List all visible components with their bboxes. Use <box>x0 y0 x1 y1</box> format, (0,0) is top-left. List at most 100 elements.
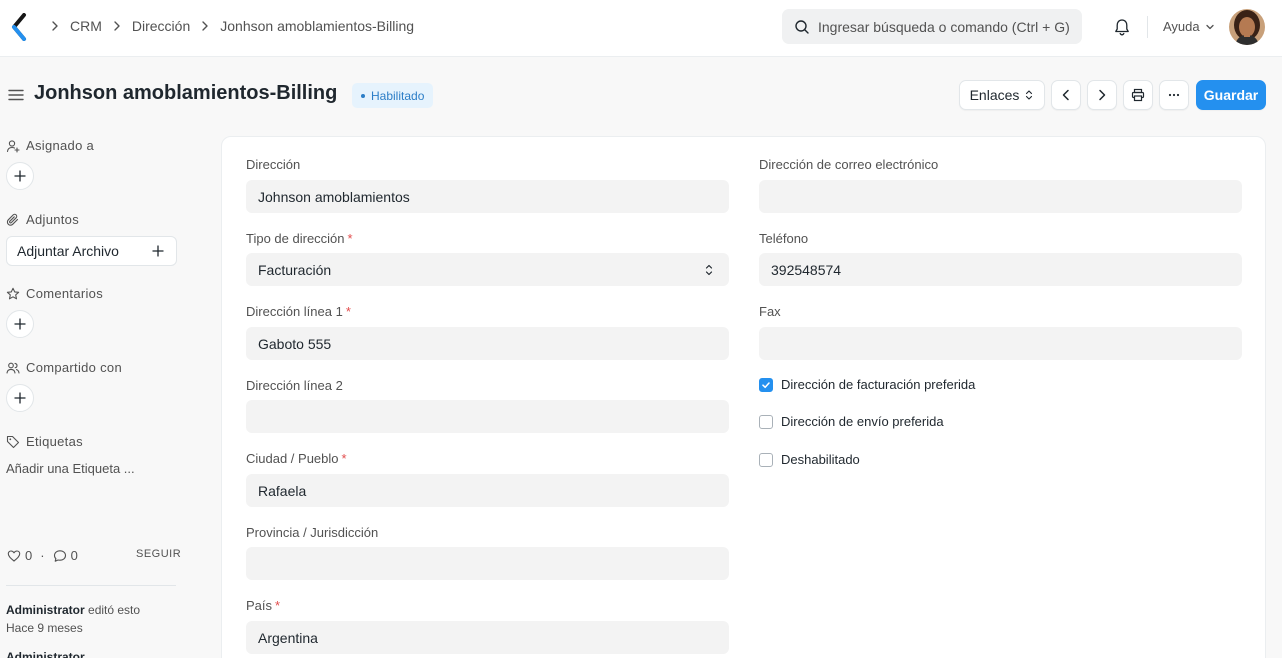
add-share-button[interactable] <box>6 384 34 412</box>
chevron-updown-icon <box>705 264 713 276</box>
chevron-right-icon <box>202 21 208 31</box>
follow-button[interactable]: SEGUIR <box>136 548 181 560</box>
comments-count: 0 <box>70 548 78 563</box>
app-logo-icon[interactable] <box>10 13 28 41</box>
city-label: Ciudad / Pueblo * <box>246 451 347 466</box>
plus-icon <box>14 392 26 404</box>
email-input[interactable] <box>759 180 1242 213</box>
address-type-label: Tipo de dirección * <box>246 231 353 246</box>
heart-icon[interactable] <box>7 549 21 563</box>
likes-comments-counter: 0 · 0 <box>7 548 78 563</box>
address-line1-label: Dirección línea 1 * <box>246 304 351 319</box>
address-line1-input[interactable]: Gaboto 555 <box>246 327 729 360</box>
search-bar[interactable] <box>782 9 1082 44</box>
email-label: Dirección de correo electrónico <box>759 157 939 172</box>
breadcrumb-crm[interactable]: CRM <box>66 18 106 34</box>
notification-bell-icon[interactable] <box>1112 17 1132 37</box>
preferred-shipping-checkbox[interactable] <box>759 414 773 429</box>
activity-user: Administrator <box>6 603 85 617</box>
previous-button[interactable] <box>1051 80 1081 110</box>
comments-section: Comentarios <box>6 286 103 301</box>
search-icon <box>795 19 809 34</box>
top-navbar: CRM Dirección Jonhson amoblamientos-Bill… <box>0 0 1282 57</box>
status-dot <box>361 93 365 98</box>
chevron-down-icon <box>1205 24 1214 29</box>
city-input[interactable]: Rafaela <box>246 474 729 507</box>
chevron-right-icon <box>114 21 120 31</box>
status-badge: Habilitado <box>352 83 434 108</box>
assigned-section: Asignado a <box>6 138 94 153</box>
activity-item: Administrator editó esto Hace 9 meses <box>6 601 140 637</box>
navbar-divider <box>1147 16 1148 38</box>
address-type-value: Facturación <box>258 261 332 278</box>
save-button[interactable]: Guardar <box>1196 80 1266 110</box>
fax-input[interactable] <box>759 327 1242 360</box>
plus-icon <box>152 245 164 257</box>
chevron-updown-icon <box>1026 90 1033 100</box>
country-label: País * <box>246 598 281 613</box>
disabled-checkbox[interactable] <box>759 452 773 467</box>
shared-section: Compartido con <box>6 360 122 375</box>
assigned-label: Asignado a <box>26 138 95 153</box>
page-title: Jonhson amoblamientos-Billing <box>34 82 338 104</box>
chevron-right-icon <box>1099 89 1106 101</box>
attach-file-button[interactable]: Adjuntar Archivo <box>6 236 177 266</box>
address-line2-input[interactable] <box>246 400 729 433</box>
help-label: Ayuda <box>1163 19 1200 34</box>
address-type-select[interactable]: Facturación <box>246 253 729 286</box>
likes-count: 0 <box>25 548 33 563</box>
country-input[interactable]: Argentina <box>246 621 729 654</box>
address-title-input[interactable]: Johnson amoblamientos <box>246 180 729 213</box>
sidebar-divider <box>6 585 176 586</box>
breadcrumb-address[interactable]: Dirección <box>128 18 194 34</box>
user-add-icon <box>6 139 20 153</box>
users-icon <box>6 362 20 374</box>
comments-label: Comentarios <box>26 286 103 301</box>
activity-time: Hace 9 meses <box>6 621 83 635</box>
phone-label: Teléfono <box>759 231 809 246</box>
search-input[interactable] <box>818 18 1078 35</box>
status-label: Habilitado <box>371 88 425 103</box>
tag-icon <box>6 435 20 448</box>
disabled-label: Deshabilitado <box>781 452 860 467</box>
fax-label: Fax <box>759 304 781 319</box>
add-assignee-button[interactable] <box>6 162 34 190</box>
plus-icon <box>14 318 26 330</box>
add-comment-button[interactable] <box>6 310 34 338</box>
state-label: Provincia / Jurisdicción <box>246 525 379 540</box>
preferred-billing-label: Dirección de facturación preferida <box>781 377 976 392</box>
plus-icon <box>14 170 26 182</box>
paperclip-icon <box>6 213 19 226</box>
preferred-billing-checkbox[interactable] <box>759 377 773 392</box>
activity-action: editó esto <box>84 603 141 617</box>
breadcrumb: CRM Dirección Jonhson amoblamientos-Bill… <box>44 18 418 34</box>
attachments-label: Adjuntos <box>26 212 79 227</box>
breadcrumb-current[interactable]: Jonhson amoblamientos-Billing <box>216 18 418 34</box>
user-avatar[interactable] <box>1229 9 1265 45</box>
disabled-checkbox-row[interactable]: Deshabilitado <box>759 452 860 467</box>
shared-label: Compartido con <box>26 360 122 375</box>
add-tag-link[interactable]: Añadir una Etiqueta ... <box>6 461 135 476</box>
printer-icon <box>1131 88 1145 102</box>
next-button[interactable] <box>1087 80 1117 110</box>
ellipsis-icon <box>1168 93 1180 97</box>
preferred-shipping-label: Dirección de envío preferida <box>781 414 944 429</box>
preferred-shipping-checkbox-row[interactable]: Dirección de envío preferida <box>759 414 944 429</box>
address-line2-label: Dirección línea 2 <box>246 378 343 393</box>
attach-file-label: Adjuntar Archivo <box>17 243 119 259</box>
comment-icon[interactable] <box>53 549 67 563</box>
tags-label: Etiquetas <box>26 434 83 449</box>
preferred-billing-checkbox-row[interactable]: Dirección de facturación preferida <box>759 377 975 392</box>
attachments-section: Adjuntos <box>6 212 79 227</box>
print-button[interactable] <box>1123 80 1153 110</box>
state-input[interactable] <box>246 547 729 580</box>
phone-input[interactable]: 392548574 <box>759 253 1242 286</box>
star-icon <box>6 287 20 299</box>
sidebar-toggle-icon[interactable] <box>8 87 24 103</box>
chevron-right-icon <box>52 21 58 31</box>
links-dropdown-button[interactable]: Enlaces <box>959 80 1045 110</box>
activity-item-partial: Administrator <box>6 650 85 658</box>
chevron-left-icon <box>1062 89 1069 101</box>
more-actions-button[interactable] <box>1159 80 1189 110</box>
help-dropdown[interactable]: Ayuda <box>1163 19 1216 34</box>
